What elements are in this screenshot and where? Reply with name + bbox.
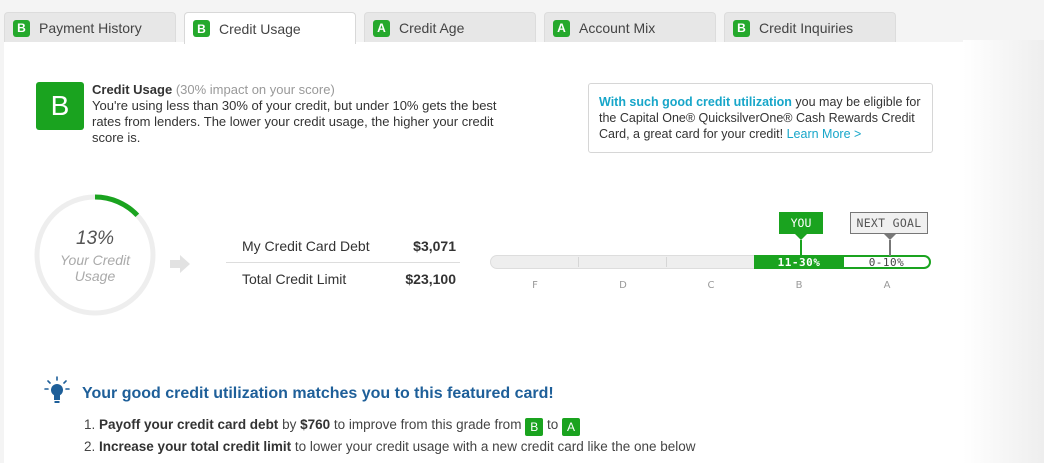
step-item: 2. Increase your total credit limit to l… [84, 439, 696, 454]
usage-label: Your Credit Usage [59, 252, 131, 284]
tab-credit-inquiries[interactable]: B Credit Inquiries [724, 12, 896, 43]
you-marker-stem [800, 240, 802, 256]
to-grade-badge: A [561, 418, 580, 436]
you-marker: YOU [779, 212, 823, 234]
step1-action: Payoff your credit card debt [99, 417, 279, 432]
summary-title: Credit Usage [92, 82, 173, 97]
tab-label: Credit Usage [219, 20, 301, 37]
promo-box: With such good credit utilization you ma… [588, 83, 933, 153]
limit-value: $23,100 [405, 271, 456, 287]
grade-badge: B [13, 19, 30, 37]
scale-grade-a: A [883, 280, 891, 291]
goal-range-segment: 0-10% [844, 255, 931, 269]
step1-text: by [278, 417, 301, 432]
featured-card-heading: Your good credit utilization matches you… [82, 385, 554, 402]
next-goal-stem [889, 240, 891, 256]
step1-text: to [543, 417, 562, 432]
scale-grade-d: D [619, 280, 627, 291]
limit-row: Total Credit Limit $23,100 [226, 263, 460, 293]
debt-row: My Credit Card Debt $3,071 [226, 232, 460, 263]
summary-block: Credit Usage (30% impact on your score) … [92, 82, 512, 146]
tab-bar: B Payment History B Credit Usage A Credi… [0, 12, 1044, 44]
grade-badge: B [733, 19, 750, 37]
scale-grade-c: C [707, 280, 715, 291]
tab-credit-usage[interactable]: B Credit Usage [184, 12, 356, 44]
grade-badge: B [193, 20, 210, 37]
tab-label: Payment History [39, 20, 142, 36]
step2-action: Increase your total credit limit [99, 439, 292, 454]
grade-scale: 11-30% 0-10% YOU NEXT GOAL F D C B A [490, 212, 934, 302]
promo-highlight: With such good credit utilization [599, 95, 792, 109]
usage-percent: 13% [75, 228, 115, 249]
arrow-right-icon [170, 255, 190, 273]
step2-text: to lower your credit usage with a new cr… [291, 439, 696, 454]
step-item: 1. Payoff your credit card debt by $760 … [84, 414, 696, 436]
step1-text: to improve from this grade from [330, 417, 526, 432]
tab-credit-age[interactable]: A Credit Age [364, 12, 536, 43]
debt-value: $3,071 [413, 238, 456, 254]
debt-label: My Credit Card Debt [242, 238, 370, 254]
background-fade [963, 40, 1044, 463]
grade-badge: A [373, 19, 390, 37]
scale-grade-b: B [795, 280, 803, 291]
usage-readout: 13% Your Credit Usage [32, 228, 158, 284]
lightbulb-icon [44, 376, 70, 403]
from-grade-badge: B [525, 418, 544, 436]
grade-badge: A [553, 19, 570, 37]
tab-label: Credit Inquiries [759, 20, 854, 36]
track-divider [578, 257, 579, 267]
learn-more-link[interactable]: Learn More > [787, 127, 862, 141]
track-divider [666, 257, 667, 267]
scale-grade-f: F [532, 280, 538, 291]
tab-label: Credit Age [399, 20, 465, 36]
impact-note: (30% impact on your score) [175, 82, 335, 97]
overall-grade-badge: B [36, 82, 84, 130]
tab-account-mix[interactable]: A Account Mix [544, 12, 716, 43]
tab-payment-history[interactable]: B Payment History [4, 12, 176, 43]
limit-label: Total Credit Limit [242, 271, 347, 287]
tab-label: Account Mix [579, 20, 656, 36]
credit-usage-panel: B Credit Usage (30% impact on your score… [4, 42, 963, 463]
summary-body: You're using less than 30% of your credi… [92, 98, 497, 145]
step1-amount: $760 [300, 417, 331, 432]
debt-table: My Credit Card Debt $3,071 Total Credit … [226, 232, 460, 293]
next-goal-marker: NEXT GOAL [850, 212, 928, 234]
improvement-steps: 1. Payoff your credit card debt by $760 … [84, 414, 696, 458]
current-range-segment: 11-30% [754, 255, 844, 269]
